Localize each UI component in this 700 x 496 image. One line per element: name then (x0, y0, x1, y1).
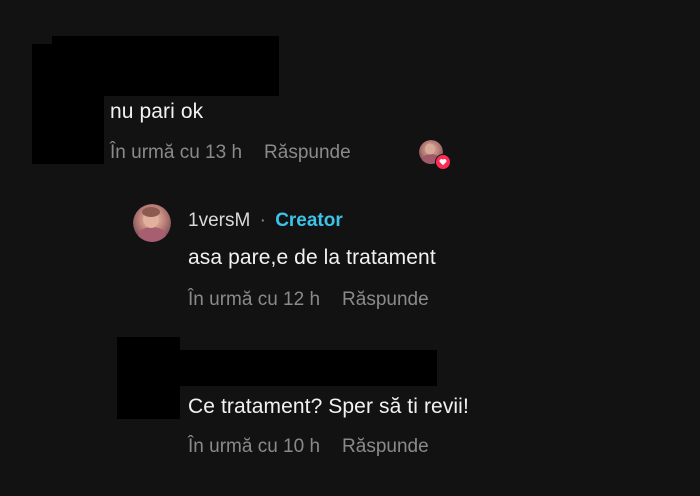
redacted-avatar (32, 44, 104, 164)
comment-text: nu pari ok (110, 100, 204, 123)
liked-by-creator-icon (419, 140, 453, 172)
reply-username[interactable]: 1versM (188, 210, 250, 231)
creator-avatar-icon[interactable] (133, 204, 171, 242)
heart-icon (435, 154, 451, 170)
comment-text: Ce tratament? Sper să ti revii! (188, 395, 469, 418)
reply-author-row: 1versM · Creator (188, 210, 343, 232)
reply-timestamp: În urmă cu 12 h (188, 289, 321, 310)
reply-button[interactable]: Răspunde (342, 436, 429, 458)
comment-meta: În urmă cu 10 h Răspunde (188, 436, 429, 458)
redacted-username (178, 350, 437, 386)
reply-button[interactable]: Răspunde (264, 142, 351, 164)
reply-meta: În urmă cu 12 h Răspunde (188, 289, 429, 311)
separator-dot: · (259, 210, 266, 231)
redacted-avatar (117, 337, 180, 419)
reply-button[interactable]: Răspunde (342, 289, 429, 311)
creator-badge: Creator (275, 210, 343, 231)
comment-meta: În urmă cu 13 h Răspunde (110, 142, 351, 164)
comments-panel: nu pari ok În urmă cu 13 h Răspunde 1ver… (0, 0, 700, 496)
comment-timestamp: În urmă cu 10 h (188, 436, 321, 457)
reply-text: asa pare,e de la tratament (188, 246, 436, 269)
comment-timestamp: În urmă cu 13 h (110, 142, 243, 163)
